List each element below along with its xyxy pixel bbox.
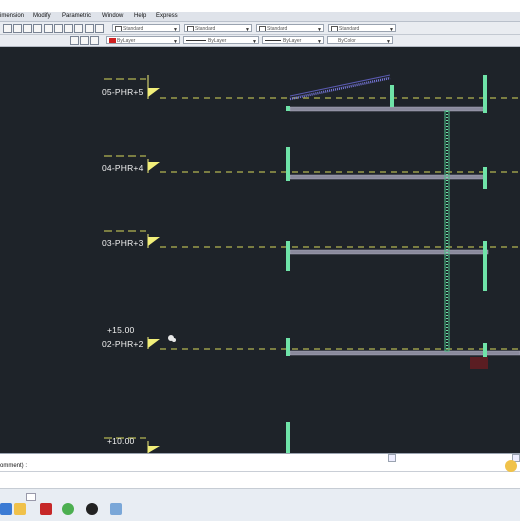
mleader-style-value: Standard bbox=[339, 26, 360, 32]
linetype-combo[interactable]: ByLayer ▼ bbox=[183, 36, 259, 44]
table-style-value: Standard bbox=[267, 26, 288, 32]
chevron-down-icon: ▼ bbox=[245, 27, 250, 32]
taskbar bbox=[0, 488, 520, 521]
app2-icon[interactable] bbox=[110, 503, 122, 515]
color-combo[interactable]: ByLayer ▼ bbox=[106, 36, 180, 44]
tool-palettes-icon[interactable] bbox=[64, 24, 73, 33]
menu-modify[interactable]: Modify bbox=[33, 13, 51, 19]
menu-bar: imension Modify Parametric Window Help E… bbox=[0, 12, 520, 22]
layer-previous-icon[interactable] bbox=[90, 36, 99, 45]
section-drawing bbox=[104, 74, 520, 453]
command-prompt-text: omment) : bbox=[0, 463, 28, 469]
dim-style-combo[interactable]: Standard ▼ bbox=[184, 24, 252, 32]
zoom-icon[interactable] bbox=[3, 24, 12, 33]
linetype-preview-icon bbox=[186, 40, 206, 41]
status-tray-icon[interactable] bbox=[505, 460, 517, 472]
level-label-04: 04-PHR+4 bbox=[102, 163, 144, 173]
autocad-icon[interactable] bbox=[40, 503, 52, 515]
layer-icon[interactable] bbox=[70, 36, 79, 45]
text-style-combo[interactable]: Standard ▼ bbox=[112, 24, 180, 32]
command-divider bbox=[0, 471, 520, 472]
roof-hatch bbox=[289, 74, 391, 101]
zoom-window-icon[interactable] bbox=[23, 24, 32, 33]
properties-toolbar: ByLayer ▼ ByLayer ▼ ByLayer ▼ ByColor ▼ bbox=[0, 35, 520, 47]
cursor-icon bbox=[168, 335, 176, 342]
dim-style-value: Standard bbox=[195, 26, 216, 32]
hatched-column bbox=[444, 110, 450, 352]
properties-icon[interactable] bbox=[44, 24, 53, 33]
lineweight-combo[interactable]: ByLayer ▼ bbox=[262, 36, 324, 44]
app-icon[interactable] bbox=[86, 503, 98, 515]
design-center-icon[interactable] bbox=[54, 24, 63, 33]
plotstyle-value: ByColor bbox=[338, 38, 356, 44]
menu-window[interactable]: Window bbox=[102, 13, 123, 19]
linetype-value: ByLayer bbox=[208, 38, 227, 44]
lineweight-preview-icon bbox=[265, 40, 281, 41]
level-flags bbox=[148, 88, 160, 453]
chevron-down-icon: ▼ bbox=[173, 39, 178, 44]
pan-icon[interactable] bbox=[13, 24, 22, 33]
drawing-canvas[interactable]: 05-PHR+5 04-PHR+4 03-PHR+3 +15.00 02-PHR… bbox=[0, 47, 520, 453]
level-label-03: 03-PHR+3 bbox=[102, 238, 144, 248]
menu-help[interactable]: Help bbox=[134, 13, 146, 19]
menu-parametric[interactable]: Parametric bbox=[62, 13, 91, 19]
zoom-previous-icon[interactable] bbox=[33, 24, 42, 33]
level-ticks bbox=[104, 78, 146, 439]
grip-marker bbox=[470, 357, 488, 369]
chrome-icon[interactable] bbox=[62, 503, 74, 515]
color-value: ByLayer bbox=[117, 38, 136, 44]
text-style-icon bbox=[115, 26, 122, 31]
mleader-style-combo[interactable]: Standard ▼ bbox=[328, 24, 396, 32]
chevron-down-icon: ▼ bbox=[386, 39, 391, 44]
chevron-down-icon: ▼ bbox=[252, 39, 257, 44]
taskbar-window-icon[interactable] bbox=[26, 493, 36, 501]
sheet-set-icon[interactable] bbox=[74, 24, 83, 33]
level-lines bbox=[160, 97, 520, 350]
status-bar bbox=[0, 477, 520, 488]
elevation-label-15: +15.00 bbox=[107, 325, 135, 335]
menu-express[interactable]: Express bbox=[156, 13, 178, 19]
table-style-combo[interactable]: Standard ▼ bbox=[256, 24, 324, 32]
chevron-down-icon: ▼ bbox=[317, 39, 322, 44]
plotstyle-combo[interactable]: ByColor ▼ bbox=[327, 36, 393, 44]
dim-style-icon bbox=[187, 26, 194, 31]
level-label-05: 05-PHR+5 bbox=[102, 87, 144, 97]
level-label-02: 02-PHR+2 bbox=[102, 339, 144, 349]
command-scroll-up-icon[interactable] bbox=[388, 454, 396, 462]
menu-dimension[interactable]: imension bbox=[0, 13, 24, 19]
chevron-down-icon: ▼ bbox=[389, 27, 394, 32]
mleader-style-icon bbox=[331, 26, 338, 31]
text-style-value: Standard bbox=[123, 26, 144, 32]
standard-toolbar: Standard ▼ Standard ▼ Standard ▼ Standar… bbox=[0, 22, 520, 35]
table-style-icon bbox=[259, 26, 266, 31]
color-swatch-icon bbox=[109, 38, 116, 43]
layer-state-icon[interactable] bbox=[80, 36, 89, 45]
start-icon[interactable] bbox=[0, 503, 12, 515]
columns bbox=[286, 75, 487, 453]
chevron-down-icon: ▼ bbox=[317, 27, 322, 32]
floor-slabs bbox=[289, 106, 520, 356]
calculator-icon[interactable] bbox=[95, 24, 104, 33]
file-explorer-icon[interactable] bbox=[14, 503, 26, 515]
elevation-label-10: +10.00 bbox=[107, 436, 135, 446]
lineweight-value: ByLayer bbox=[283, 38, 302, 44]
markup-icon[interactable] bbox=[85, 24, 94, 33]
window-top-band bbox=[0, 0, 520, 12]
chevron-down-icon: ▼ bbox=[173, 27, 178, 32]
command-line[interactable]: omment) : bbox=[0, 453, 520, 478]
